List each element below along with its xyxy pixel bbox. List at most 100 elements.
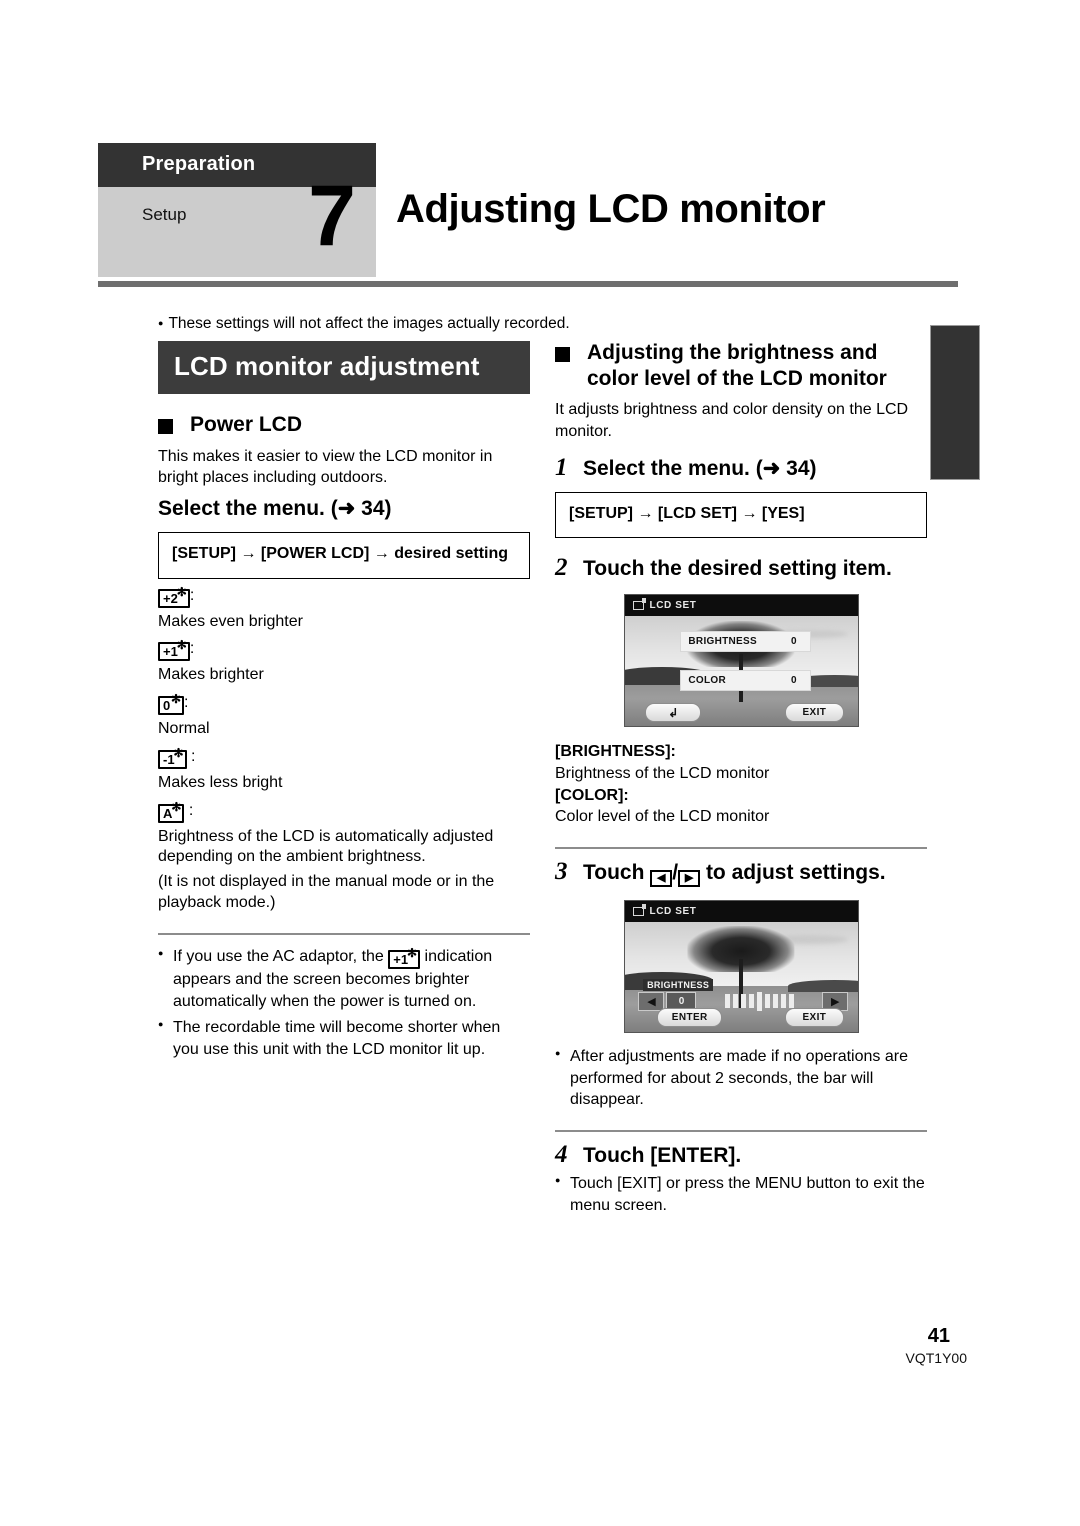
step-2-text: Touch the desired setting item.: [583, 557, 892, 581]
note-text: The recordable time will become shorter …: [173, 1019, 501, 1059]
lcd-preview-scene: BRIGHTNESS 0 COLOR 0 ↲ EXIT: [624, 616, 858, 727]
gauge-segment: [740, 994, 746, 1009]
option-colon: :: [186, 747, 196, 765]
step-4-note: Touch [EXIT] or press the MENU button to…: [555, 1173, 927, 1217]
lcd-enter-button[interactable]: ENTER: [657, 1008, 723, 1028]
step-4-number: 4: [555, 1141, 568, 1169]
badge-star-glyph: ✻: [171, 799, 182, 814]
left-column-divider: [158, 932, 530, 935]
step-4-text: Touch [ENTER].: [583, 1144, 742, 1168]
badge-star-glyph: ✻: [173, 745, 184, 760]
badge-star-glyph: ✻: [176, 584, 187, 599]
header-badge-body: Setup 7: [98, 173, 376, 277]
lcd-row-brightness[interactable]: BRIGHTNESS 0: [680, 630, 811, 652]
gauge-segment: [748, 994, 754, 1009]
power-lcd-select-menu: Select the menu. (➜ 34): [158, 497, 392, 521]
power-lcd-option-desc: Makes less bright: [158, 773, 283, 791]
brightness-auto-icon: A ✻: [158, 799, 185, 823]
right-column: Adjusting the brightness and color level…: [555, 340, 927, 1217]
lcd-set-description: It adjusts brightness and color density …: [555, 401, 909, 440]
header-step-number: 7: [308, 168, 356, 264]
gauge-segment: [780, 994, 786, 1009]
step-3-note: After adjustments are made if no operati…: [555, 1046, 927, 1111]
right-column-divider-1: [555, 846, 927, 849]
power-lcd-option-icon-row: A ✻ :: [158, 799, 530, 823]
power-lcd-option-desc: Brightness of the LCD is automatically a…: [158, 827, 494, 866]
lcd-set-menu-path: [SETUP] → [LCD SET] → [YES]: [555, 491, 927, 539]
lcd-titlebar-label: LCD SET: [649, 905, 697, 917]
step-1: 1 Select the menu. (➜ 34): [555, 454, 927, 481]
gauge-segment: [764, 994, 770, 1009]
lcd-row-color[interactable]: COLOR 0: [680, 670, 811, 692]
lcd-set-definitions: [BRIGHTNESS]: Brightness of the LCD moni…: [555, 741, 927, 827]
lcd-exit-button[interactable]: EXIT: [785, 703, 844, 723]
power-lcd-option-icon-row: -1 ✻ :: [158, 745, 530, 769]
list-item: The recordable time will become shorter …: [158, 1017, 530, 1061]
note-text-pre: If you use the AC adaptor, the: [173, 947, 389, 965]
list-item: After adjustments are made if no operati…: [555, 1046, 927, 1111]
edge-tab-marker: [930, 325, 980, 480]
header-section-label: Setup: [142, 205, 187, 224]
badge-value: +1: [163, 644, 178, 660]
option-colon: :: [189, 586, 195, 604]
lcd-row-value: 0: [791, 675, 797, 687]
brightness-minus1-icon: -1 ✻: [158, 745, 187, 769]
step-4: 4 Touch [ENTER].: [555, 1141, 927, 1169]
power-lcd-option-icon-row: +2 ✻ :: [158, 584, 530, 608]
lcd-row-label: COLOR: [688, 675, 727, 687]
definition-value-brightness: Brightness of the LCD monitor: [555, 765, 770, 783]
lcd-set-icon: [632, 903, 646, 916]
lcd-set-slider-screenshot: LCD SET BRIGHTNESS ◀ 0 ▶ ENTER EXIT: [623, 899, 859, 1033]
power-lcd-menu-path: [SETUP] → [POWER LCD] → desired setting: [158, 532, 530, 579]
power-lcd-option-desc: Makes even brighter: [158, 612, 303, 630]
brightness-plus1-inline-icon: +1 ✻: [388, 947, 421, 969]
step-3-text: Touch ◀ / ▶ to adjust settings.: [583, 860, 886, 887]
gauge-segment-center: [756, 991, 762, 1011]
power-lcd-option-icon-row: 0 ✻ :: [158, 692, 530, 716]
badge-value: +2: [163, 590, 178, 606]
brightness-plus2-icon: +2 ✻: [158, 584, 190, 608]
power-lcd-option-icon-row: +1 ✻ :: [158, 638, 530, 662]
power-lcd-heading: Power LCD: [158, 412, 530, 438]
lcd-set-icon: [632, 598, 646, 611]
brightness-plus1-icon: +1 ✻: [158, 638, 190, 662]
lcd-preview-scene: BRIGHTNESS ◀ 0 ▶ ENTER EXIT: [624, 921, 858, 1032]
gauge-segment: [788, 994, 794, 1009]
page-title: Adjusting LCD monitor: [396, 187, 826, 231]
badge-star-glyph: ✻: [176, 638, 187, 653]
badge-value: +1: [393, 951, 409, 967]
lcd-titlebar: LCD SET: [624, 900, 858, 922]
step-3-pre: Touch: [583, 860, 651, 884]
lcd-set-heading: Adjusting the brightness and color level…: [555, 340, 927, 391]
option-colon: :: [184, 694, 189, 712]
lcd-back-button[interactable]: ↲: [645, 703, 702, 723]
lcd-titlebar: LCD SET: [624, 595, 858, 617]
power-lcd-parenthetical: (It is not displayed in the manual mode …: [158, 873, 495, 912]
header-rule: [98, 281, 958, 287]
definition-key-brightness: [BRIGHTNESS]:: [555, 743, 676, 761]
badge-star-glyph: ✻: [170, 692, 181, 707]
step-3-number: 3: [555, 857, 568, 885]
gauge-segment: [772, 994, 778, 1009]
header-badge: Preparation Setup 7: [98, 143, 376, 277]
definition-key-color: [COLOR]:: [555, 786, 629, 804]
step-2-number: 2: [555, 554, 568, 582]
left-arrow-key-icon: ◀: [650, 869, 673, 887]
step-3: 3 Touch ◀ / ▶ to adjust settings.: [555, 857, 927, 887]
option-colon: :: [184, 801, 194, 819]
lcd-row-label: BRIGHTNESS: [688, 635, 757, 647]
gauge-segment: [732, 994, 738, 1009]
option-colon: :: [189, 640, 195, 658]
power-lcd-option-desc: Makes brighter: [158, 666, 264, 684]
lcd-exit-button[interactable]: EXIT: [785, 1008, 844, 1028]
power-lcd-notes: If you use the AC adaptor, the +1✻ indic…: [158, 946, 530, 1061]
step-3-post: to adjust settings.: [700, 860, 886, 884]
list-item: Touch [EXIT] or press the MENU button to…: [555, 1173, 927, 1217]
slider-label: BRIGHTNESS: [643, 979, 714, 992]
gauge-segment: [724, 994, 730, 1009]
slider-left-arrow-button[interactable]: ◀: [638, 991, 665, 1011]
lcd-row-value: 0: [791, 635, 797, 647]
step-2: 2 Touch the desired setting item.: [555, 554, 927, 582]
lcd-titlebar-label: LCD SET: [649, 600, 697, 612]
definition-value-color: Color level of the LCD monitor: [555, 808, 770, 826]
